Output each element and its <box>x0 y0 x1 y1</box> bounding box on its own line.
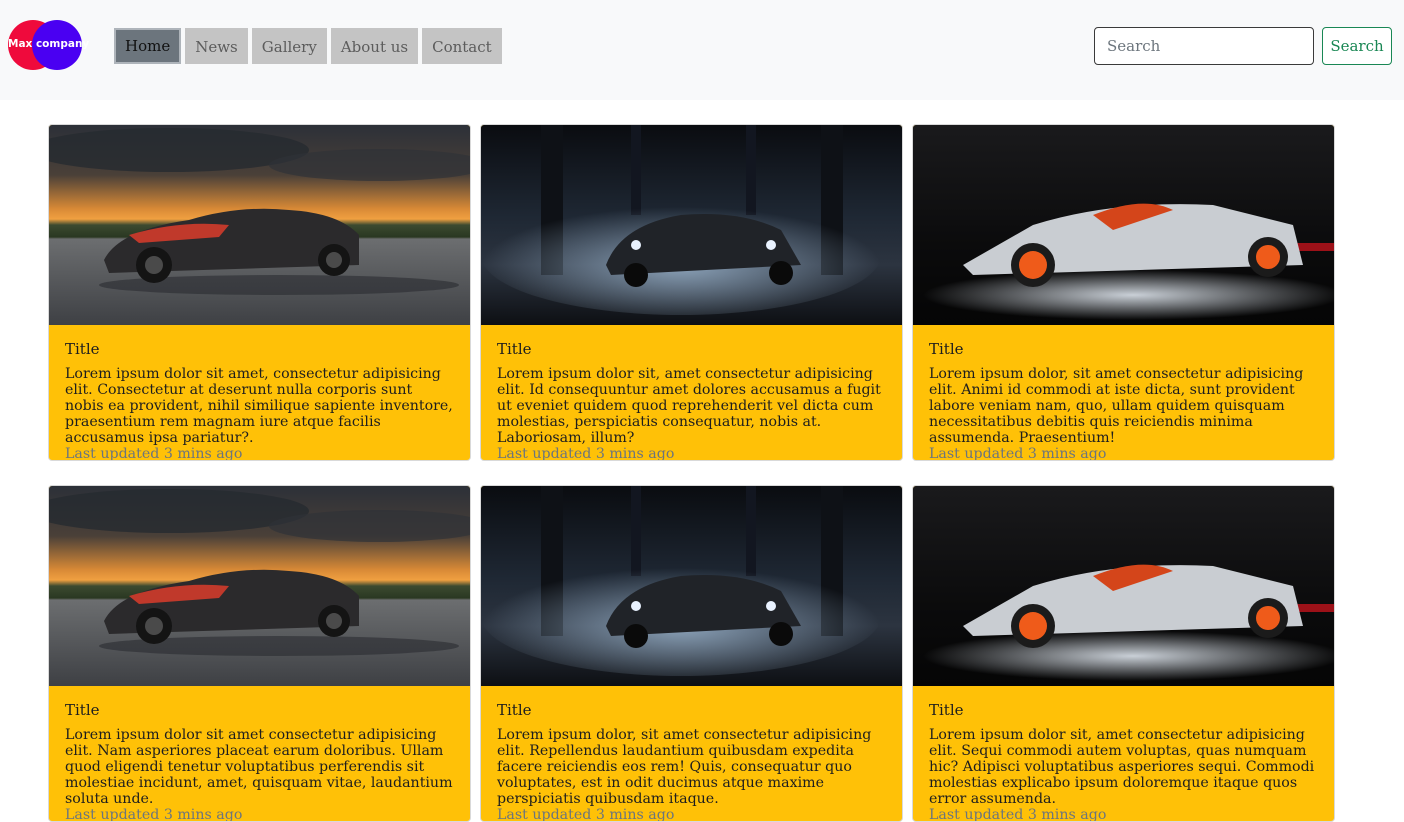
card-text: Lorem ipsum dolor, sit amet consectetur … <box>497 727 872 807</box>
card[interactable]: Title Lorem ipsum dolor, sit amet consec… <box>480 485 903 822</box>
card-body: Title Lorem ipsum dolor, sit amet consec… <box>497 701 887 822</box>
card-title: Title <box>929 701 964 719</box>
card-image <box>481 125 902 325</box>
card-image <box>49 486 470 686</box>
card-body: Title Lorem ipsum dolor sit amet consect… <box>65 701 455 822</box>
card-body: Title Lorem ipsum dolor, sit amet consec… <box>929 340 1319 461</box>
card[interactable]: Title Lorem ipsum dolor, sit amet consec… <box>912 124 1335 461</box>
card-title: Title <box>65 340 100 358</box>
card-image <box>481 486 902 686</box>
card-text: Lorem ipsum dolor sit amet, consectetur … <box>65 366 453 446</box>
card-updated: Last updated 3 mins ago <box>497 807 675 822</box>
card-updated: Last updated 3 mins ago <box>929 446 1107 461</box>
search-input[interactable] <box>1094 27 1314 65</box>
card-updated: Last updated 3 mins ago <box>929 807 1107 822</box>
card-text: Lorem ipsum dolor sit amet consectetur a… <box>65 727 453 807</box>
card-updated: Last updated 3 mins ago <box>65 446 243 461</box>
card-updated: Last updated 3 mins ago <box>497 446 675 461</box>
card-body: Title Lorem ipsum dolor sit, amet consec… <box>497 340 887 461</box>
card-updated: Last updated 3 mins ago <box>65 807 243 822</box>
nav-item-news[interactable]: News <box>185 28 248 64</box>
card-title: Title <box>497 340 532 358</box>
search-button[interactable]: Search <box>1322 27 1392 65</box>
card-title: Title <box>929 340 964 358</box>
nav-item-contact[interactable]: Contact <box>422 28 502 64</box>
card-image <box>49 125 470 325</box>
card-image <box>913 125 1334 325</box>
nav-item-about-us[interactable]: About us <box>330 28 419 64</box>
nav-links: Home News Gallery About us Contact <box>114 28 502 64</box>
navbar: Max company Home News Gallery About us C… <box>0 0 1404 100</box>
nav-item-gallery[interactable]: Gallery <box>251 28 327 64</box>
card-title: Title <box>497 701 532 719</box>
card[interactable]: Title Lorem ipsum dolor sit amet consect… <box>48 485 471 822</box>
card-title: Title <box>65 701 100 719</box>
card[interactable]: Title Lorem ipsum dolor sit, amet consec… <box>912 485 1335 822</box>
company-logo[interactable]: Max company <box>8 20 90 70</box>
card-image <box>913 486 1334 686</box>
card[interactable]: Title Lorem ipsum dolor sit amet, consec… <box>48 124 471 461</box>
card[interactable]: Title Lorem ipsum dolor sit, amet consec… <box>480 124 903 461</box>
card-text: Lorem ipsum dolor sit, amet consectetur … <box>929 727 1315 807</box>
card-text: Lorem ipsum dolor, sit amet consectetur … <box>929 366 1304 446</box>
card-text: Lorem ipsum dolor sit, amet consectetur … <box>497 366 881 446</box>
logo-text: Max company <box>8 38 90 50</box>
nav-item-home[interactable]: Home <box>114 28 182 64</box>
card-body: Title Lorem ipsum dolor sit, amet consec… <box>929 701 1319 822</box>
card-body: Title Lorem ipsum dolor sit amet, consec… <box>65 340 455 461</box>
